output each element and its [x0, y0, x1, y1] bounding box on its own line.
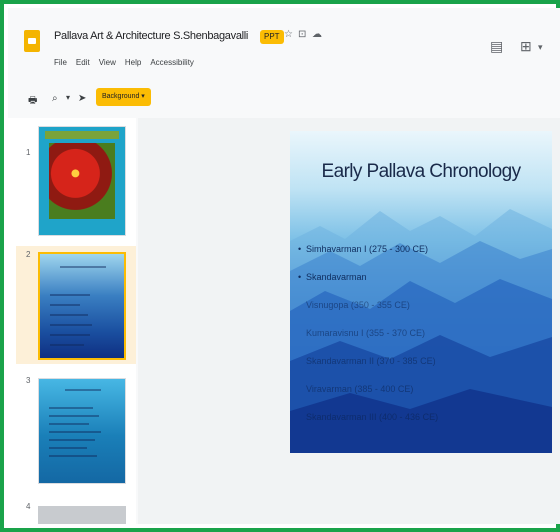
- thumbnail-text-line: [50, 304, 80, 306]
- print-icon[interactable]: 🖶: [28, 93, 37, 110]
- bullet-item: Visnugopa (350 - 355 CE): [306, 300, 410, 310]
- chevron-down-icon[interactable]: ▾: [538, 42, 543, 53]
- thumbnail-title-line: [60, 266, 106, 268]
- thumbnail-text-line: [50, 314, 88, 316]
- bullet-item: Simhavarman I (275 - 300 CE): [298, 243, 438, 271]
- bullet-item: Kumaravisnu I (355 - 370 CE): [306, 328, 426, 338]
- bullet-item: Skandavarman III (400 - 436 CE): [306, 412, 439, 422]
- cloud-status-icon[interactable]: ☁: [312, 29, 322, 40]
- slide-thumbnail-3[interactable]: [38, 378, 126, 484]
- thumbnail-text-line: [50, 294, 90, 296]
- bullet-item: Skandavarman II (370 - 385 CE): [306, 356, 436, 366]
- slide-thumbnail-2[interactable]: [38, 252, 126, 360]
- menu-bar: File Edit View Help Accessibility: [54, 58, 194, 67]
- flower-image: [49, 143, 115, 219]
- background-button[interactable]: Background ▾: [96, 88, 151, 106]
- thumbnail-title-bar: [45, 131, 119, 139]
- thumbnail-text-line: [50, 334, 90, 336]
- slide-title: Early Pallava Chronology: [321, 161, 522, 182]
- bullet-list: Simhavarman I (275 - 300 CE) Skandavarma…: [298, 243, 439, 439]
- thumbnail-text-line: [50, 324, 92, 326]
- thumbnail-text-line: [49, 407, 93, 409]
- chevron-down-icon[interactable]: ▾: [66, 93, 70, 102]
- star-icon[interactable]: ☆: [284, 29, 293, 40]
- comments-icon[interactable]: ▤: [490, 38, 503, 55]
- thumbnail-text-line: [49, 431, 101, 433]
- thumbnail-title-line: [65, 389, 101, 391]
- bullet-item: Viravarman (385 - 400 CE): [306, 384, 414, 394]
- thumbnail-text-line: [50, 344, 84, 346]
- current-slide[interactable]: Early Pallava Chronology Simhavarman I (…: [290, 131, 552, 453]
- slides-app: Pallava Art & Architecture S.Shenbagaval…: [8, 8, 560, 524]
- menu-help[interactable]: Help: [125, 58, 141, 67]
- toolbar: 🖶 ⌕ ▾ ➤ Background ▾: [8, 86, 560, 114]
- slide-number: 3: [26, 376, 31, 385]
- move-folder-icon[interactable]: ⊡: [298, 29, 306, 40]
- menu-edit[interactable]: Edit: [76, 58, 90, 67]
- select-pointer-icon[interactable]: ➤: [78, 93, 86, 104]
- thumbnail-text-line: [49, 447, 87, 449]
- slides-logo-icon[interactable]: [24, 30, 40, 52]
- slide-thumbnail-1[interactable]: [38, 126, 126, 236]
- present-icon[interactable]: ⊞: [520, 38, 532, 55]
- slide-number: 1: [26, 148, 31, 157]
- title-bar: Pallava Art & Architecture S.Shenbagaval…: [8, 8, 560, 82]
- slide-number: 4: [26, 502, 31, 511]
- zoom-icon[interactable]: ⌕: [52, 93, 58, 104]
- menu-file[interactable]: File: [54, 58, 67, 67]
- slide-canvas: Early Pallava Chronology Simhavarman I (…: [138, 118, 560, 524]
- file-type-badge: PPT: [260, 30, 284, 44]
- thumbnail-text-line: [49, 415, 99, 417]
- slide-number: 2: [26, 250, 31, 259]
- thumbnail-text-line: [49, 423, 89, 425]
- slide-thumbnail-4[interactable]: [38, 506, 126, 524]
- document-title[interactable]: Pallava Art & Architecture S.Shenbagaval…: [54, 30, 248, 42]
- thumbnail-text-line: [49, 439, 95, 441]
- thumbnail-text-line: [49, 455, 97, 457]
- bullet-item: Skandavarman: [298, 271, 438, 299]
- slide-filmstrip: 1 2 3 4: [8, 118, 136, 524]
- menu-view[interactable]: View: [99, 58, 116, 67]
- menu-accessibility[interactable]: Accessibility: [150, 58, 194, 67]
